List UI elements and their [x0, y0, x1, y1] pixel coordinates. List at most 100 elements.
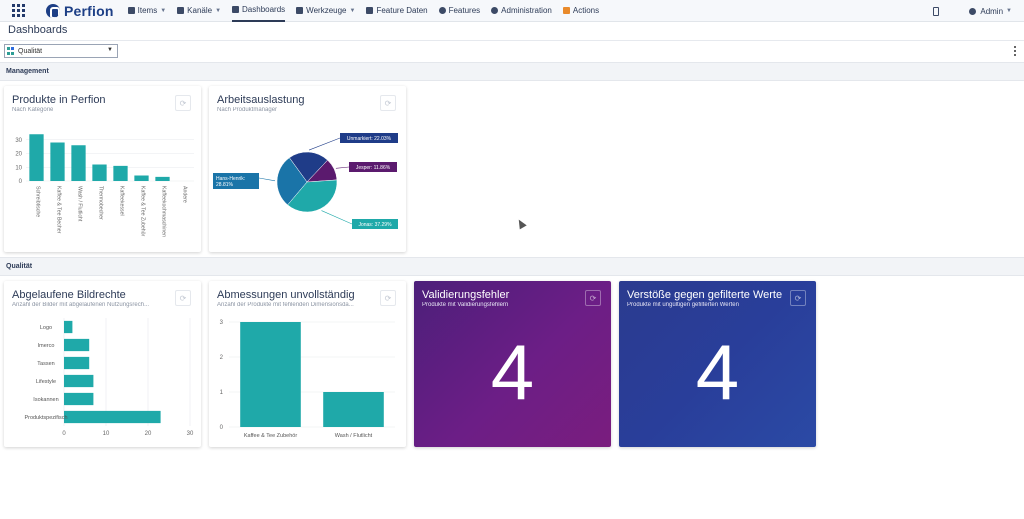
card-filtered-value-violations: Verstöße gegen gefilterte Werte Produkte… [619, 281, 816, 447]
pie-leader-line [308, 137, 341, 151]
bar [64, 338, 90, 352]
brand-name: Perfion [64, 2, 114, 19]
x-tick-label: Thermobecher [98, 186, 104, 220]
user-menu[interactable]: Admin ▼ [969, 7, 1012, 16]
y-tick-label: Isokannen [33, 397, 58, 403]
section-header-quality: Qualität [0, 257, 1024, 276]
pie-leader-line [321, 210, 353, 225]
chevron-down-icon: ▼ [349, 7, 356, 14]
card-products-in-perfion: Produkte in Perfion Nach Kategorie ⟳ 0 10… [4, 86, 201, 252]
expired-rights-bar-chart: 0 10 20 30 Logo Imerco Tassen Lifestyle Isokanne… [24, 318, 194, 437]
bar [64, 356, 90, 370]
mobile-view-icon[interactable] [933, 6, 940, 16]
chevron-down-icon: ▼ [160, 7, 167, 14]
pie-label: Unmarkiert: 22.03% [347, 136, 392, 142]
more-options-icon[interactable] [1014, 46, 1016, 56]
channels-icon [177, 7, 185, 14]
x-tick-label: Kaffee & Tee Becher [56, 186, 62, 234]
bar [323, 392, 384, 427]
nav-item-feature-daten[interactable]: Feature Daten [366, 0, 428, 22]
bar [240, 322, 301, 427]
pie-label: Jesper: 11.86% [356, 165, 391, 171]
x-tick-label: Andere [182, 186, 188, 203]
chevron-down-icon: ▼ [107, 47, 113, 53]
bar [64, 374, 94, 388]
y-tick-label: Imerco [38, 343, 55, 349]
dashboard-icon [7, 47, 15, 55]
nav-item-label: Werkzeuge [306, 6, 347, 15]
nav-item-label: Kanäle [187, 6, 213, 15]
nav-item-actions[interactable]: Actions [562, 0, 600, 22]
nav-item-items[interactable]: Items ▼ [127, 0, 167, 22]
nav-item-label: Dashboards [242, 5, 286, 14]
main-menu: Items ▼ Kanäle ▼ Dashboards Werkzeuge ▼ Feature… [127, 0, 610, 22]
y-tick-label: 0 [19, 179, 23, 185]
x-tick-label: 10 [103, 431, 110, 437]
card-title: Verstöße gegen gefilterte Werte [627, 289, 783, 301]
card-subtitle: Produkte mit Validierungsfehlern [422, 302, 509, 308]
chevron-down-icon: ▼ [1006, 8, 1012, 14]
nav-item-dashboards[interactable]: Dashboards [232, 0, 286, 22]
app-launcher-icon[interactable] [12, 3, 26, 18]
nav-item-label: Feature Daten [376, 6, 428, 15]
administration-icon [491, 7, 499, 14]
chevron-down-icon: ▼ [215, 7, 222, 14]
y-tick-label: 30 [15, 138, 22, 144]
x-tick-label: 30 [187, 431, 194, 437]
pie-label: 28.81% [216, 182, 234, 188]
x-tick-label: 0 [62, 431, 66, 437]
dashboard-selector[interactable]: Qualität ▼ [4, 44, 118, 58]
bar [134, 175, 149, 181]
dashboards-icon [232, 6, 240, 13]
x-tick-label: Kaffee & Tee Zubehör [244, 433, 297, 439]
actions-icon [562, 7, 570, 14]
brand-logo[interactable]: Perfion [46, 3, 114, 19]
card-title: Validierungsfehler [422, 289, 510, 301]
card-expired-image-rights: Abgelaufene Bildrechte Anzahl der Bilder… [4, 281, 201, 447]
pie-leader-line [335, 166, 350, 169]
card-validation-errors: Validierungsfehler Produkte mit Validier… [414, 281, 611, 447]
y-tick-label: Tassen [37, 361, 54, 367]
nav-item-label: Features [448, 6, 481, 15]
bar [113, 165, 128, 181]
refresh-icon[interactable]: ⟳ [585, 290, 601, 306]
user-icon [969, 7, 977, 15]
bar [29, 134, 44, 181]
x-tick-label: Kaffee & Tee Zubehör [140, 186, 146, 237]
nav-item-administration[interactable]: Administration [491, 0, 552, 22]
x-tick-label: 20 [145, 431, 152, 437]
x-tick-label: Wash / Flutlicht [77, 186, 83, 222]
features-icon [438, 7, 446, 14]
bar [64, 392, 94, 406]
nav-item-label: Administration [501, 6, 552, 15]
bar [155, 176, 170, 181]
y-tick-label: 1 [220, 390, 224, 396]
items-icon [127, 7, 135, 14]
x-tick-label: Wash / Flutlicht [335, 433, 373, 439]
x-tick-label: Kaffeekochmaschinen [161, 186, 167, 237]
products-bar-chart: 0 10 20 30 Schreibtische Kaffee & Tee Becher W… [15, 134, 194, 237]
y-tick-label: 3 [220, 320, 224, 326]
nav-item-label: Items [137, 6, 158, 15]
nav-item-kanäle[interactable]: Kanäle ▼ [177, 0, 221, 22]
user-name: Admin [980, 6, 1004, 16]
y-tick-label: Lifestyle [36, 379, 56, 385]
y-tick-label: 0 [220, 425, 224, 431]
pie-leader-line [258, 177, 276, 182]
y-tick-label: Produktspezifisch [24, 415, 67, 421]
refresh-icon[interactable]: ⟳ [790, 290, 806, 306]
top-navigation-bar: Perfion Items ▼ Kanäle ▼ Dashboards Werkzeuge… [0, 0, 1024, 22]
nav-item-label: Actions [572, 6, 600, 15]
mouse-cursor [515, 217, 527, 230]
y-tick-label: 20 [15, 152, 22, 158]
perfion-logo-icon [46, 3, 60, 18]
workload-pie-chart: Unmarkiert: 22.03% Jesper: 11.86% Jonas: 3… [213, 133, 398, 229]
nav-item-features[interactable]: Features [438, 0, 481, 22]
section-header-management: Management [0, 62, 1024, 81]
y-tick-label: Logo [40, 325, 52, 331]
nav-item-werkzeuge[interactable]: Werkzeuge ▼ [296, 0, 355, 22]
bar [64, 320, 73, 334]
card-incomplete-dimensions: Abmessungen unvollständig Anzahl der Pro… [209, 281, 406, 447]
card-subtitle: Produkte mit ungültigen gefilterten Wert… [627, 302, 739, 308]
page-title: Dashboards [8, 24, 68, 36]
